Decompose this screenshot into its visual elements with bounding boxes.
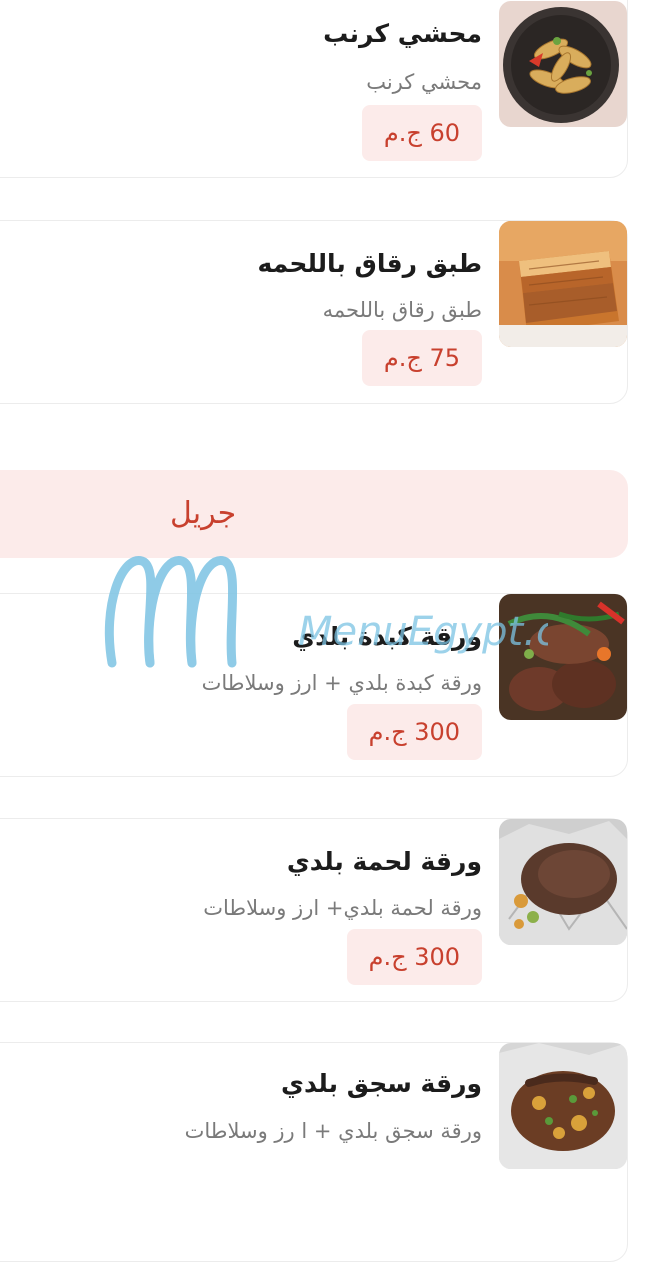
item-photo[interactable] [499, 1043, 627, 1169]
section-header-grill[interactable]: جريل [0, 470, 628, 558]
menu-item-card[interactable]: ورقة كبدة بلدي ورقة كبدة بلدي + ارز وسلا… [0, 593, 628, 777]
menu-item-card[interactable]: طبق رقاق باللحمه طبق رقاق باللحمه 75 ج.م [0, 220, 628, 404]
item-description: ورقة كبدة بلدي + ارز وسلاطات [201, 671, 482, 695]
menu-item-card[interactable]: ورقة لحمة بلدي ورقة لحمة بلدي+ ارز وسلاط… [0, 818, 628, 1002]
menu-item-card[interactable]: ورقة سجق بلدي ورقة سجق بلدي + ا رز وسلاط… [0, 1042, 628, 1262]
item-photo[interactable] [499, 1, 627, 127]
section-title: جريل [170, 496, 237, 531]
item-price: 300 ج.م [346, 704, 482, 760]
item-price: 75 ج.م [361, 330, 482, 386]
item-price: 300 ج.م [346, 929, 482, 985]
item-description: ورقة لحمة بلدي+ ارز وسلاطات [203, 896, 482, 920]
item-title: ورقة سجق بلدي [281, 1069, 482, 1098]
item-title: ورقة لحمة بلدي [286, 847, 482, 876]
item-description: محشي كرنب [366, 70, 482, 94]
item-photo[interactable] [499, 594, 627, 720]
item-price: 60 ج.م [361, 105, 482, 161]
item-photo[interactable] [499, 819, 627, 945]
item-title: طبق رقاق باللحمه [257, 249, 483, 278]
item-title: ورقة كبدة بلدي [292, 622, 482, 651]
menu-item-card[interactable]: محشي كرنب محشي كرنب 60 ج.م [0, 0, 628, 178]
item-description: طبق رقاق باللحمه [322, 298, 482, 322]
item-description: ورقة سجق بلدي + ا رز وسلاطات [184, 1119, 482, 1143]
item-title: محشي كرنب [323, 19, 482, 48]
item-photo[interactable] [499, 221, 627, 347]
